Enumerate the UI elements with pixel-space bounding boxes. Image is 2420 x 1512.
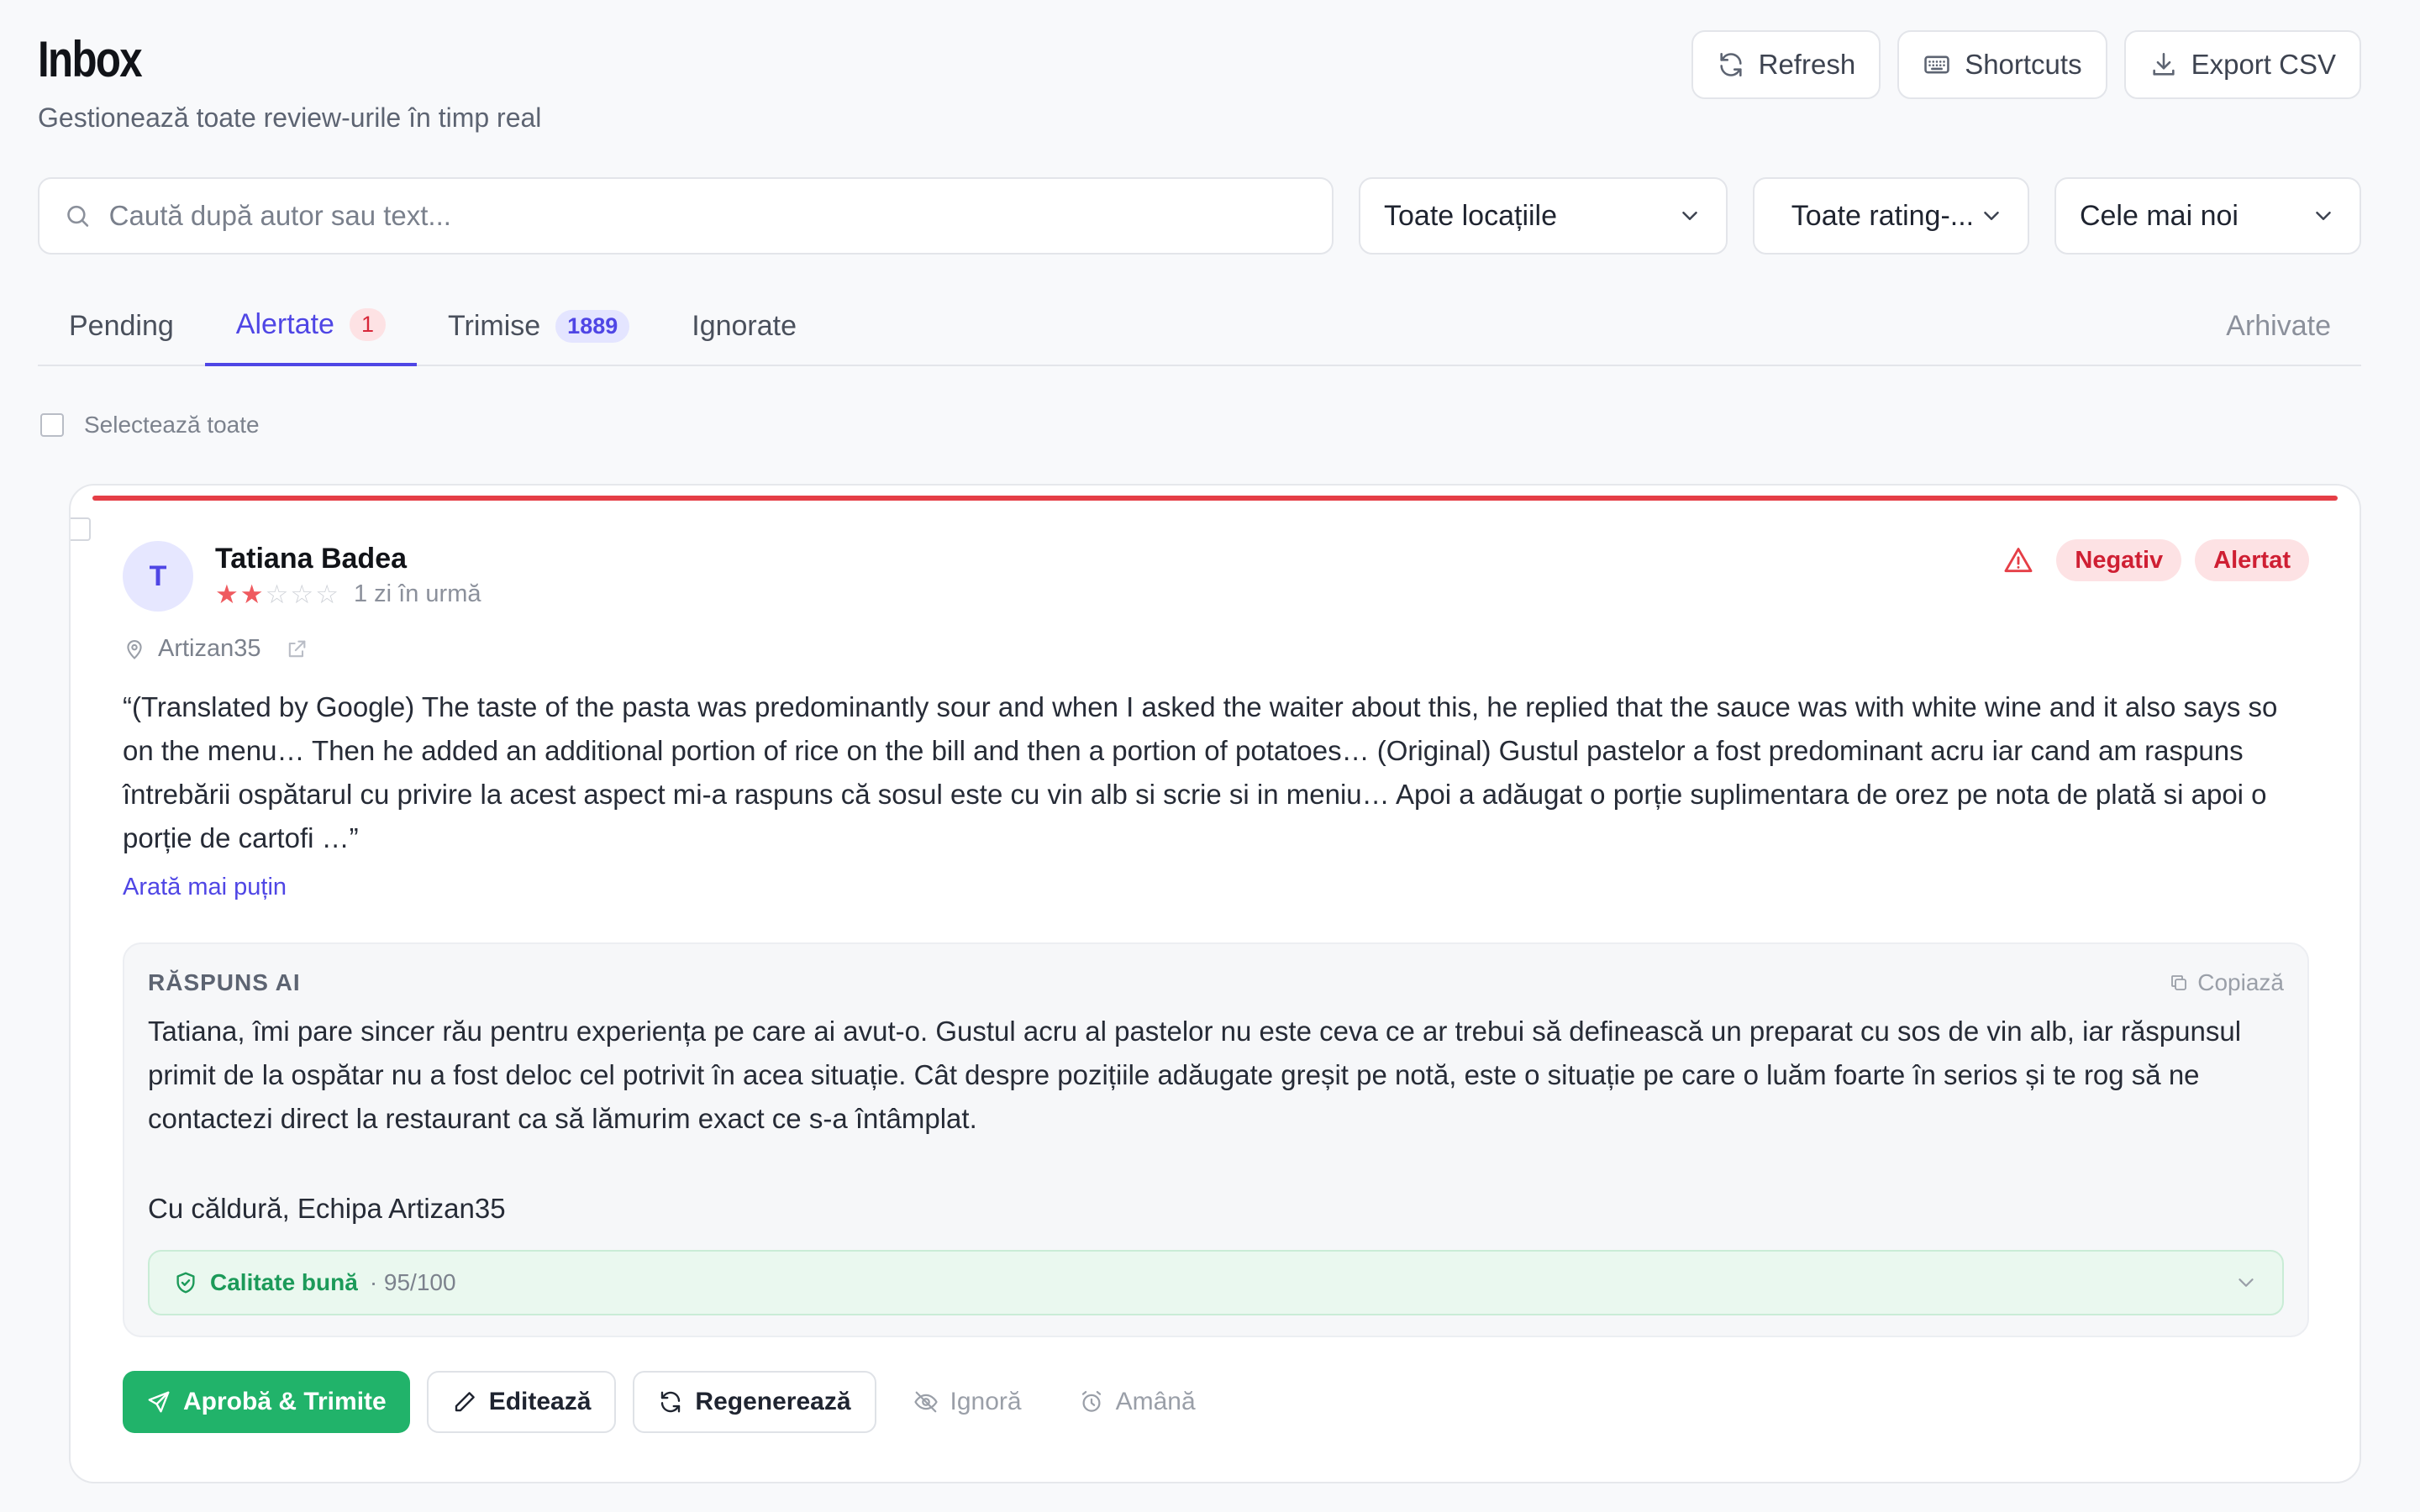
star-filled-icon: ★ — [239, 580, 264, 609]
sentiment-badge: Negativ — [2056, 539, 2182, 581]
star-empty-icon: ☆ — [315, 580, 339, 609]
search-icon — [67, 205, 89, 227]
ignore-button[interactable]: Ignoră — [893, 1371, 1042, 1433]
download-icon — [2152, 52, 2175, 76]
review-location: Artizan35 — [123, 635, 308, 663]
export-csv-label: Export CSV — [2191, 49, 2336, 80]
ai-response-signature[interactable]: Cu căldură, Echipa Artizan35 — [148, 1193, 506, 1225]
location-select[interactable]: Toate locațiile — [1359, 177, 1728, 255]
postpone-label: Amână — [1115, 1388, 1196, 1415]
location-name: Artizan35 — [158, 635, 261, 662]
export-csv-button[interactable]: Export CSV — [2123, 30, 2361, 99]
tab-ignored-label: Ignorate — [692, 309, 797, 342]
ai-response-label: RĂSPUNS AI — [148, 969, 301, 995]
tab-sent-label: Trimise — [448, 309, 541, 342]
select-all-row[interactable]: Selectează toate — [40, 412, 260, 438]
refresh-button[interactable]: Refresh — [1691, 30, 1881, 99]
approve-send-button[interactable]: Aprobă & Trimite — [123, 1371, 410, 1433]
warning-icon — [2004, 548, 2033, 573]
alarm-clock-icon — [1081, 1391, 1101, 1412]
copy-button[interactable]: Copiază — [2169, 969, 2284, 996]
alerted-count-badge: 1 — [349, 307, 386, 341]
quality-label: Calitate bună — [210, 1269, 358, 1295]
review-author: Tatiana Badea — [215, 543, 408, 575]
sort-select[interactable]: Cele mai noi — [2054, 177, 2361, 255]
show-less-link[interactable]: Arată mai puțin — [123, 874, 287, 901]
tab-sent[interactable]: Trimise 1889 — [417, 286, 660, 366]
refresh-icon — [1720, 52, 1742, 77]
star-filled-icon: ★ — [215, 580, 239, 609]
alert-accent-bar — [92, 496, 2338, 501]
inbox-page: Inbox Gestionează toate review-urile în … — [0, 0, 2420, 1512]
refresh-icon — [661, 1391, 681, 1413]
edit-button[interactable]: Editează — [426, 1371, 617, 1433]
tab-archived[interactable]: Arhivate — [2195, 286, 2361, 366]
review-meta: ★ ★ ☆ ☆ ☆ 1 zi în urmă — [215, 580, 481, 608]
quality-score-bar[interactable]: Calitate bună · 95/100 — [148, 1250, 2284, 1315]
star-empty-icon: ☆ — [265, 580, 289, 609]
copy-label: Copiază — [2197, 969, 2284, 995]
tab-pending-label: Pending — [69, 309, 174, 342]
search-box[interactable] — [38, 177, 1334, 255]
edit-label: Editează — [488, 1388, 592, 1415]
shield-check-icon — [176, 1272, 195, 1294]
tab-pending[interactable]: Pending — [38, 286, 205, 366]
chevron-down-icon — [2316, 212, 2331, 220]
page-title: Inbox — [38, 31, 143, 87]
rating-select-value: Toate rating-... — [1791, 199, 1975, 232]
header-actions: Refresh Shortcuts Export CSV — [1691, 30, 2361, 99]
ai-response-panel: RĂSPUNS AI Copiază Tatiana, îmi pare sin… — [123, 942, 2309, 1337]
regenerate-button[interactable]: Regenerează — [633, 1371, 876, 1433]
map-pin-icon — [127, 639, 142, 659]
pencil-icon — [455, 1392, 475, 1412]
sent-count-badge: 1889 — [555, 309, 630, 343]
status-badge: Alertat — [2195, 539, 2309, 581]
chevron-down-icon — [1682, 212, 1697, 220]
approve-send-label: Aprobă & Trimite — [183, 1388, 387, 1415]
chevron-down-icon — [1984, 212, 1999, 220]
shortcuts-button[interactable]: Shortcuts — [1897, 30, 2107, 99]
review-time: 1 zi în urmă — [353, 580, 481, 607]
review-select-checkbox[interactable] — [71, 517, 91, 541]
sort-select-value: Cele mai noi — [2079, 199, 2238, 232]
copy-icon — [2171, 975, 2187, 990]
tab-alerted-label: Alertate — [235, 307, 334, 340]
search-input[interactable] — [108, 200, 1308, 232]
regenerate-label: Regenerează — [695, 1388, 851, 1415]
send-icon — [148, 1391, 170, 1413]
keyboard-icon — [1924, 55, 1949, 74]
select-all-label: Selectează toate — [84, 412, 260, 438]
review-actions: Aprobă & Trimite Editează Regenerează Ig… — [123, 1371, 1216, 1433]
page-header: Inbox Gestionează toate review-urile în … — [38, 0, 2361, 172]
avatar: T — [123, 541, 193, 612]
tab-archived-label: Arhivate — [2226, 309, 2331, 342]
refresh-label: Refresh — [1758, 49, 1856, 80]
chevron-down-icon[interactable] — [2233, 1270, 2259, 1295]
eye-off-icon — [913, 1391, 938, 1413]
status-tabs: Pending Alertate 1 Trimise 1889 Ignorate… — [38, 286, 2361, 366]
ignore-label: Ignoră — [950, 1388, 1022, 1415]
tab-alerted[interactable]: Alertate 1 — [204, 286, 417, 366]
page-subtitle: Gestionează toate review-urile în timp r… — [38, 102, 542, 133]
ai-response-text[interactable]: Tatiana, îmi pare sincer rău pentru expe… — [148, 1010, 2284, 1141]
shortcuts-label: Shortcuts — [1965, 49, 2082, 80]
rating-select[interactable]: Toate rating-... — [1752, 177, 2029, 255]
star-empty-icon: ☆ — [290, 580, 314, 609]
location-select-value: Toate locațiile — [1384, 199, 1558, 232]
tab-ignored[interactable]: Ignorate — [660, 286, 828, 366]
select-all-checkbox[interactable] — [40, 413, 64, 437]
star-rating: ★ ★ ☆ ☆ ☆ — [215, 581, 339, 607]
quality-score: · 95/100 — [369, 1269, 456, 1295]
filters-bar: Toate locațiile Toate rating-... Cele ma… — [38, 177, 2361, 255]
external-link-icon[interactable] — [285, 638, 308, 661]
review-text: “(Translated by Google) The taste of the… — [123, 691, 2278, 853]
postpone-button[interactable]: Amână — [1059, 1371, 1216, 1433]
review-card: T Tatiana Badea ★ ★ ☆ ☆ ☆ 1 zi în urmă Negat… — [69, 484, 2361, 1483]
review-flags: Negativ Alertat — [2002, 539, 2309, 581]
